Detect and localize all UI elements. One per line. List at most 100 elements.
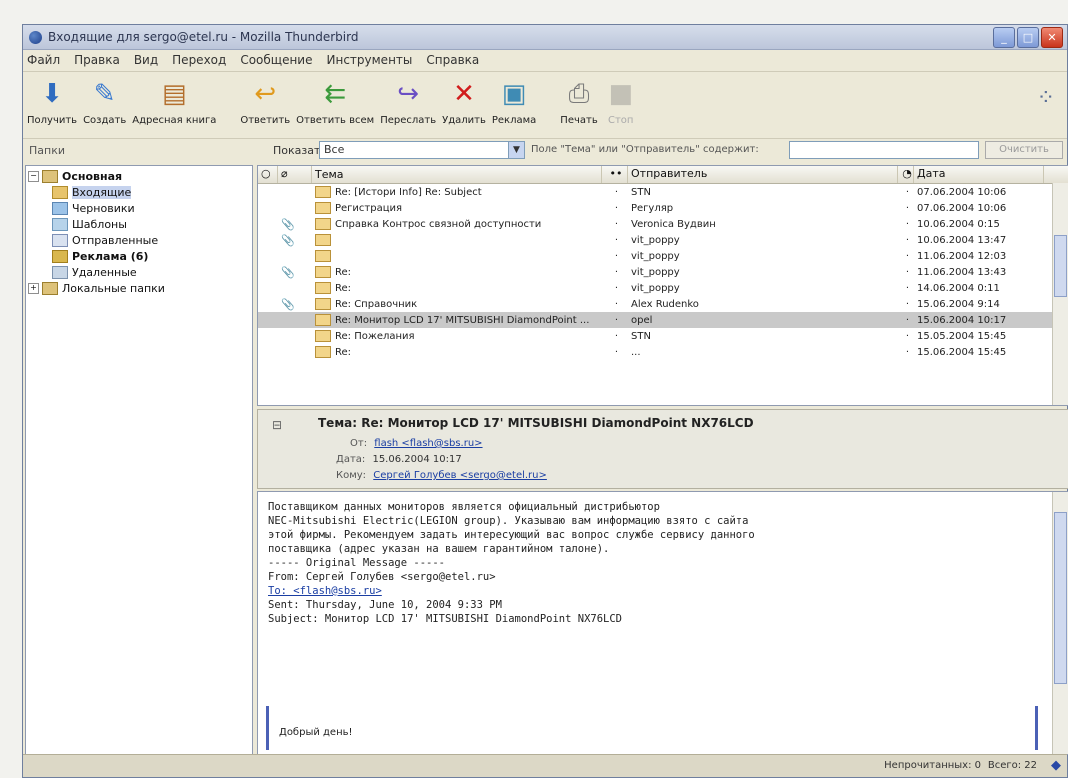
read-cell: · bbox=[614, 298, 619, 310]
from-cell: vit_poppy bbox=[631, 282, 680, 294]
activity-throbber-icon: ⁘ bbox=[1036, 86, 1055, 111]
subject-text: Регистрация bbox=[335, 202, 403, 214]
from-cell: STN bbox=[631, 186, 651, 198]
search-bar: Папки Показать: Все ▼ Поле "Тема" или "О… bbox=[23, 138, 1067, 164]
table-row[interactable]: 📎 · vit_poppy · 10.06.2004 13:47 bbox=[258, 232, 1068, 248]
search-input[interactable] bbox=[789, 141, 979, 159]
account-icon bbox=[42, 169, 58, 183]
table-row[interactable]: Регистрация · Регуляр · 07.06.2004 10:06 bbox=[258, 200, 1068, 216]
folder-label: Реклама (6) bbox=[72, 249, 149, 263]
menu-bar: Файл Правка Вид Переход Сообщение Инстру… bbox=[23, 50, 1067, 70]
thread-list: Re: [Истори Info] Re: Subject · STN · 07.06.… bbox=[258, 184, 1068, 360]
body-scrollbar[interactable] bbox=[1052, 492, 1068, 754]
read-cell: · bbox=[614, 266, 619, 278]
minimize-button[interactable]: _ bbox=[993, 27, 1015, 48]
folder-label: Шаблоны bbox=[72, 217, 127, 231]
menu-help[interactable]: Справка bbox=[426, 53, 479, 67]
body-line: Поставщиком данных мониторов является оф… bbox=[268, 501, 660, 513]
local-folders-icon bbox=[42, 281, 58, 295]
from-cell: ... bbox=[631, 346, 641, 358]
menu-go[interactable]: Переход bbox=[172, 53, 226, 67]
table-row[interactable]: 📎 Re: Справочник · Alex Rudenko · 15.06.2004 … bbox=[258, 296, 1068, 312]
date-cell: 15.05.2004 15:45 bbox=[917, 330, 1007, 342]
folder-account[interactable]: − Основная bbox=[26, 168, 252, 184]
address-book-button[interactable]: ▤ Адресная книга bbox=[132, 72, 216, 126]
folder-sent[interactable]: Отправленные bbox=[26, 232, 252, 248]
collapse-icon[interactable]: − bbox=[28, 170, 39, 182]
column-subject[interactable]: Тема bbox=[312, 166, 602, 183]
date-cell: 15.06.2004 15:45 bbox=[917, 346, 1007, 358]
junk-button[interactable]: ▣ Реклама bbox=[492, 72, 536, 126]
folders-header: Папки bbox=[29, 144, 65, 157]
subject-text: Re: Монитор LCD 17' MITSUBISHI DiamondPo… bbox=[335, 314, 590, 326]
expand-icon[interactable]: + bbox=[28, 282, 39, 294]
to-value[interactable]: Сергей Голубев <sergo@etel.ru> bbox=[373, 470, 547, 481]
table-row[interactable]: Re: Монитор LCD 17' MITSUBISHI DiamondPo… bbox=[258, 312, 1068, 328]
delete-button[interactable]: ✕ Удалить bbox=[442, 72, 486, 126]
clear-button[interactable]: Очистить bbox=[985, 141, 1063, 159]
folder-trash[interactable]: Удаленные bbox=[26, 264, 252, 280]
body-line: Subject: Монитор LCD 17' MITSUBISHI Diam… bbox=[268, 613, 623, 625]
date-cell: 10.06.2004 0:15 bbox=[917, 218, 1000, 230]
junk-cell: · bbox=[905, 298, 910, 310]
menu-tools[interactable]: Инструменты bbox=[327, 53, 413, 67]
folder-junk[interactable]: Реклама (6) bbox=[26, 248, 252, 264]
paperclip-icon: 📎 bbox=[281, 297, 295, 311]
table-row[interactable]: · vit_poppy · 11.06.2004 12:03 bbox=[258, 248, 1068, 264]
folder-label: Отправленные bbox=[72, 233, 159, 247]
online-status-icon[interactable]: ◆ bbox=[1051, 758, 1061, 773]
attachment-column-icon[interactable]: ⌀ bbox=[278, 166, 312, 183]
thread-scrollbar[interactable] bbox=[1052, 183, 1068, 405]
thread-pane: ○ ⌀ Тема •• Отправитель ◔ Дата Re: [Исто… bbox=[257, 165, 1068, 406]
table-row[interactable]: Re: [Истори Info] Re: Subject · STN · 07.06.… bbox=[258, 184, 1068, 200]
from-cell: STN bbox=[631, 330, 651, 342]
folder-drafts[interactable]: Черновики bbox=[26, 200, 252, 216]
subject-value: Re: Монитор LCD 17' MITSUBISHI DiamondPo… bbox=[361, 416, 754, 430]
junk-column-icon[interactable]: ◔ bbox=[898, 166, 914, 183]
get-mail-icon: ⬇ bbox=[41, 79, 63, 109]
table-row[interactable]: 📎 Re: · vit_poppy · 11.06.2004 13:43 bbox=[258, 264, 1068, 280]
close-button[interactable]: ✕ bbox=[1041, 27, 1063, 48]
menu-view[interactable]: Вид bbox=[134, 53, 158, 67]
table-row[interactable]: Re: Пожелания · STN · 15.05.2004 15:45 bbox=[258, 328, 1068, 344]
junk-cell: · bbox=[905, 346, 910, 358]
read-cell: · bbox=[614, 346, 619, 358]
folder-local[interactable]: + Локальные папки bbox=[26, 280, 252, 296]
inbox-icon bbox=[52, 185, 68, 199]
reply-all-button[interactable]: ⇇ Ответить всем bbox=[296, 72, 374, 126]
paperclip-icon: 📎 bbox=[281, 217, 295, 231]
menu-message[interactable]: Сообщение bbox=[240, 53, 312, 67]
folder-inbox[interactable]: Входящие bbox=[26, 184, 252, 200]
junk-cell: · bbox=[905, 234, 910, 246]
reply-button[interactable]: ↩ Ответить bbox=[240, 72, 290, 126]
thread-column-icon[interactable]: ○ bbox=[258, 166, 278, 183]
write-button[interactable]: ✎ Создать bbox=[83, 72, 126, 126]
table-row[interactable]: 📎 Справка Контрос связной доступности · Ver… bbox=[258, 216, 1068, 232]
get-mail-button[interactable]: ⬇ Получить bbox=[27, 72, 77, 126]
menu-edit[interactable]: Правка bbox=[74, 53, 120, 67]
date-value: 15.06.2004 10:17 bbox=[372, 454, 462, 465]
header-toggle-icon[interactable]: ⊟ bbox=[272, 418, 282, 432]
column-date[interactable]: Дата bbox=[914, 166, 1044, 183]
subject-cell: Re: bbox=[312, 266, 602, 278]
column-from[interactable]: Отправитель bbox=[628, 166, 898, 183]
envelope-icon bbox=[315, 298, 331, 310]
message-body: Поставщиком данных мониторов является оф… bbox=[257, 491, 1068, 755]
thunderbird-icon bbox=[29, 30, 42, 44]
table-row[interactable]: Re: ·... · 15.06.2004 15:45 bbox=[258, 344, 1068, 360]
junk-cell: · bbox=[905, 266, 910, 278]
menu-file[interactable]: Файл bbox=[27, 53, 60, 67]
forward-button[interactable]: ↪ Переслать bbox=[380, 72, 436, 126]
stop-button[interactable]: ■ Стоп bbox=[604, 72, 638, 126]
body-line: To: <flash@sbs.ru> bbox=[268, 585, 382, 597]
body-line: From: Сергей Голубев <sergo@etel.ru> bbox=[268, 571, 496, 583]
folder-templates[interactable]: Шаблоны bbox=[26, 216, 252, 232]
maximize-button[interactable]: □ bbox=[1017, 27, 1039, 48]
view-select[interactable]: Все ▼ bbox=[319, 141, 525, 159]
from-value[interactable]: flash <flash@sbs.ru> bbox=[374, 438, 482, 449]
table-row[interactable]: Re: · vit_poppy · 14.06.2004 0:11 bbox=[258, 280, 1068, 296]
date-key: Дата: bbox=[336, 454, 366, 465]
read-column-icon[interactable]: •• bbox=[602, 166, 628, 183]
envelope-icon bbox=[315, 330, 331, 342]
print-button[interactable]: ⎙ Печать bbox=[560, 72, 597, 126]
